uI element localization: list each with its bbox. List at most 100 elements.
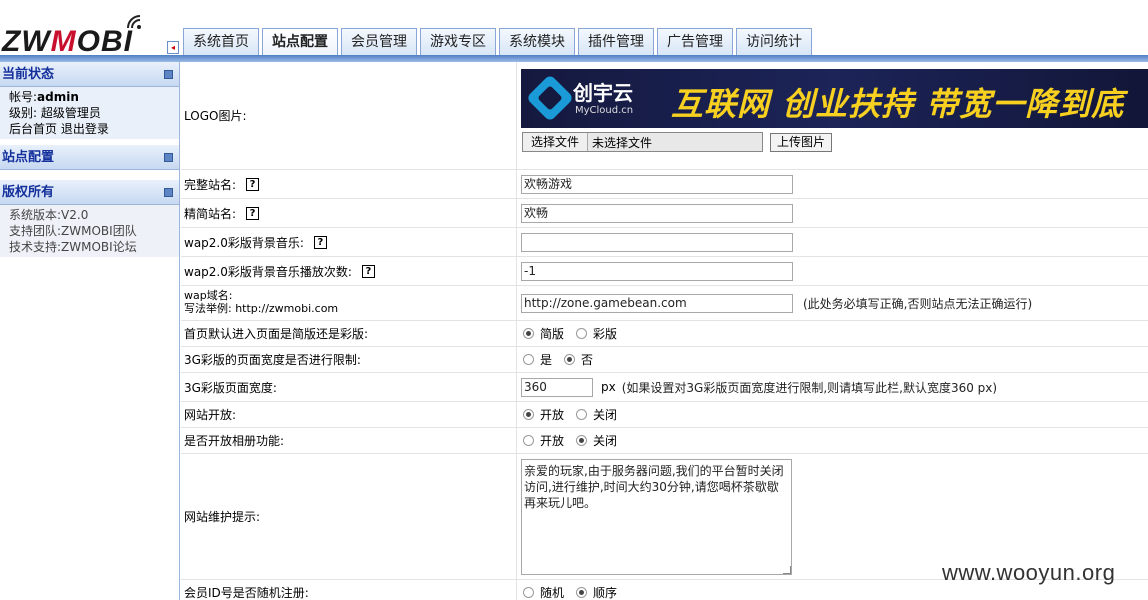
logo-part: ZW: [2, 25, 51, 58]
file-name-text: 未选择文件: [592, 135, 653, 150]
width-note: (如果设置对3G彩版页面宽度进行限制,则请填写此栏,默认宽度360 px): [621, 380, 998, 395]
account-line: 帐号:admin: [9, 89, 179, 105]
status-body: 帐号:admin 级别: 超级管理员 后台首页 退出登录: [0, 87, 179, 139]
label-text: wap域名:: [184, 289, 233, 302]
label-text: 完整站名:: [184, 177, 237, 192]
form-row-full-name: 完整站名:? 欢畅游戏: [181, 170, 1148, 199]
radio-order[interactable]: [576, 587, 588, 598]
zwmobi-logo: ZWMOBI: [2, 26, 133, 58]
tab-ads[interactable]: 广告管理: [657, 28, 733, 55]
tab-games[interactable]: 游戏专区: [420, 28, 496, 55]
section-title: 站点配置: [2, 150, 55, 165]
wap-music-input[interactable]: [521, 232, 793, 252]
support-line: 技术支持:ZWMOBI论坛: [9, 240, 137, 254]
radio-label: 开放: [540, 408, 565, 422]
field-label: wap2.0彩版背景音乐播放次数:?: [181, 257, 517, 285]
sidebar-section-site-config[interactable]: 站点配置: [0, 145, 179, 170]
field-label: 首页默认进入页面是简版还是彩版:: [181, 321, 517, 346]
radio-label: 顺序: [593, 586, 618, 600]
header-divider: [0, 55, 1148, 62]
radio-label: 彩版: [593, 327, 618, 341]
width-input[interactable]: 360: [521, 377, 593, 397]
status-links: 后台首页 退出登录: [9, 121, 179, 137]
full-name-input[interactable]: 欢畅游戏: [521, 174, 793, 194]
radio-yes[interactable]: [523, 354, 534, 365]
sidebar: 当前状态 帐号:admin 级别: 超级管理员 后台首页 退出登录 站点配置 版…: [0, 62, 180, 600]
resize-handle[interactable]: [783, 566, 791, 574]
field-label: LOGO图片:: [181, 62, 517, 169]
help-icon[interactable]: ?: [313, 235, 327, 249]
level-line: 级别: 超级管理员: [9, 106, 101, 120]
radio-label: 否: [581, 353, 594, 367]
toggle-icon[interactable]: [164, 70, 173, 79]
form-row-width: 3G彩版页面宽度: 360 px (如果设置对3G彩版页面宽度进行限制,则请填写此栏…: [181, 373, 1148, 402]
field-label: 网站开放:: [181, 402, 517, 427]
account-label: 帐号:: [9, 90, 38, 104]
tab-system-modules[interactable]: 系统模块: [499, 28, 575, 55]
radio-label: 关闭: [593, 434, 618, 448]
toggle-icon[interactable]: [164, 153, 173, 162]
choose-file-button[interactable]: 选择文件: [523, 133, 589, 151]
maintenance-textarea[interactable]: 亲爱的玩家,由于服务器问题,我们的平台暂时关闭访问,进行维护,时间大约30分钟,…: [521, 459, 792, 575]
main-nav: 系统首页 站点配置 会员管理 游戏专区 系统模块 插件管理 广告管理 访问统计: [183, 28, 815, 55]
tab-home[interactable]: 系统首页: [183, 28, 259, 55]
logo-banner-image: 创宇云 MyCloud.cn 互联网 创业扶持 带宽一降到底: [521, 69, 1148, 128]
tab-plugins[interactable]: 插件管理: [578, 28, 654, 55]
field-label: 会员ID号是否随机注册:: [181, 580, 517, 600]
field-label: wap域名: 写法举例: http://zwmobi.com: [181, 286, 517, 320]
label-text: wap2.0彩版背景音乐:: [184, 235, 304, 250]
form-row-album: 是否开放相册功能: 开放 关闭: [181, 428, 1148, 454]
home-link[interactable]: 后台首页: [9, 122, 57, 136]
label-text: 精简站名:: [184, 206, 237, 221]
help-icon[interactable]: ?: [361, 264, 375, 278]
radio-album-open[interactable]: [523, 435, 534, 446]
form-row-site-open: 网站开放: 开放 关闭: [181, 402, 1148, 428]
form-row-wap-domain: wap域名: 写法举例: http://zwmobi.com http://zon…: [181, 286, 1148, 321]
section-title: 版权所有: [2, 185, 55, 200]
field-label: 是否开放相册功能:: [181, 428, 517, 453]
tab-members[interactable]: 会员管理: [341, 28, 417, 55]
banner-brand: 创宇云: [573, 81, 633, 105]
help-icon[interactable]: ?: [246, 177, 260, 191]
field-label: 完整站名:?: [181, 170, 517, 198]
file-input[interactable]: 选择文件 未选择文件: [522, 132, 763, 152]
radio-label: 是: [540, 353, 553, 367]
radio-simple[interactable]: [523, 328, 534, 339]
radio-close[interactable]: [576, 409, 588, 420]
sidebar-section-copyright[interactable]: 版权所有: [0, 180, 179, 205]
form-row-default-page: 首页默认进入页面是简版还是彩版: 简版 彩版: [181, 321, 1148, 347]
form-row-wap-music: wap2.0彩版背景音乐:?: [181, 228, 1148, 257]
wap-music-count-input[interactable]: -1: [521, 261, 793, 281]
wap-domain-input[interactable]: http://zone.gamebean.com: [521, 293, 793, 313]
copyright-body: 系统版本:V2.0 支持团队:ZWMOBI团队 技术支持:ZWMOBI论坛: [0, 205, 179, 257]
radio-label: 关闭: [593, 408, 618, 422]
logout-link[interactable]: 退出登录: [61, 122, 109, 136]
radio-album-close[interactable]: [576, 435, 588, 446]
tab-statistics[interactable]: 访问统计: [736, 28, 812, 55]
radio-no[interactable]: [564, 354, 576, 365]
watermark: www.wooyun.org: [942, 560, 1116, 585]
upload-image-button[interactable]: 上传图片: [770, 132, 833, 152]
domain-note: (此处务必填写正确,否则站点无法正确运行): [803, 296, 1033, 311]
toggle-icon[interactable]: [164, 188, 173, 197]
top-header: ZWMOBI ◂ 系统首页 站点配置 会员管理 游戏专区 系统模块 插件管理 广…: [0, 0, 1148, 62]
logo-part-red: M: [50, 25, 77, 58]
form-row-logo: LOGO图片: 创宇云 MyCloud.cn 互联网 创业扶持 带宽一降到底 选…: [181, 62, 1148, 170]
banner-slogan: 互联网 创业扶持 带宽一降到底: [671, 85, 1125, 123]
file-upload-row: 选择文件 未选择文件 上传图片: [522, 132, 833, 152]
radio-open[interactable]: [523, 409, 534, 420]
section-title: 当前状态: [2, 67, 55, 82]
tab-site-config[interactable]: 站点配置: [262, 28, 338, 55]
field-label: 3G彩版的页面宽度是否进行限制:: [181, 347, 517, 372]
radio-label: 随机: [540, 586, 565, 600]
wifi-icon: [127, 15, 141, 29]
short-name-input[interactable]: 欢畅: [521, 203, 793, 223]
help-icon[interactable]: ?: [246, 206, 260, 220]
sidebar-section-status[interactable]: 当前状态: [0, 62, 179, 87]
banner-brand-sub: MyCloud.cn: [575, 105, 634, 116]
collapse-sidebar-button[interactable]: ◂: [167, 41, 179, 54]
form-row-short-name: 精简站名:? 欢畅: [181, 199, 1148, 228]
radio-color[interactable]: [576, 328, 588, 339]
radio-random[interactable]: [523, 587, 534, 598]
radio-label: 开放: [540, 434, 565, 448]
